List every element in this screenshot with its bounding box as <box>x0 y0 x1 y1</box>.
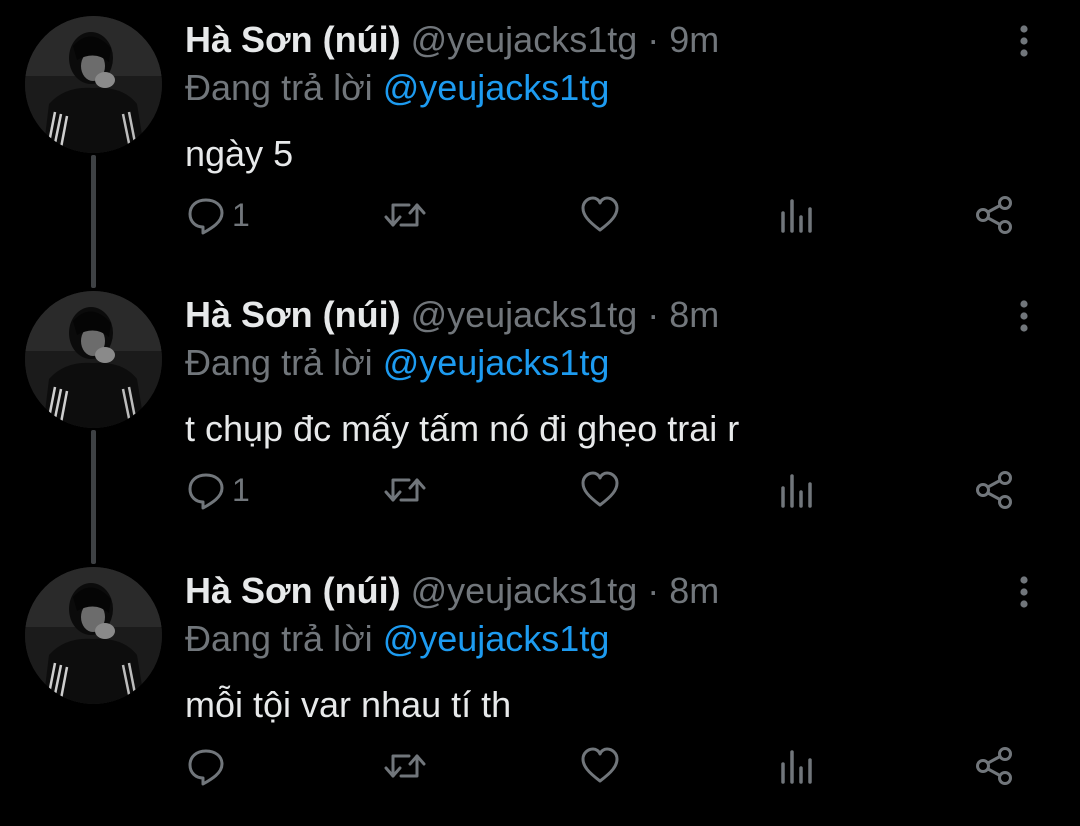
separator-dot: · <box>647 570 660 611</box>
reply-mention-link[interactable]: @yeujacks1tg <box>383 342 610 383</box>
reply-count: 1 <box>232 471 250 508</box>
replying-prefix: Đang trả lời <box>185 67 373 108</box>
author-handle[interactable]: @yeujacks1tg <box>411 19 638 60</box>
author-name[interactable]: Hà Sơn (núi) <box>185 570 401 611</box>
replying-prefix: Đang trả lời <box>185 618 373 659</box>
tweet-header: Hà Sơn (núi) @yeujacks1tg · 8m <box>185 571 719 611</box>
analytics-icon <box>779 195 815 235</box>
author-handle[interactable]: @yeujacks1tg <box>411 294 638 335</box>
avatar[interactable] <box>25 291 162 428</box>
reply-button[interactable]: 1 <box>186 190 250 240</box>
replying-to: Đang trả lời @yeujacks1tg <box>185 343 609 383</box>
timestamp[interactable]: 8m <box>669 570 719 611</box>
share-icon <box>974 746 1016 786</box>
like-button[interactable] <box>580 465 620 515</box>
reply-mention-link[interactable]: @yeujacks1tg <box>383 67 610 108</box>
tweet-actions: 1 <box>0 465 1080 515</box>
like-icon <box>580 195 620 235</box>
more-vertical-icon[interactable] <box>1010 24 1038 58</box>
like-button[interactable] <box>580 190 620 240</box>
analytics-button[interactable] <box>779 190 815 240</box>
retweet-icon <box>383 746 427 786</box>
analytics-button[interactable] <box>779 741 815 791</box>
analytics-button[interactable] <box>779 465 815 515</box>
replying-to: Đang trả lời @yeujacks1tg <box>185 68 609 108</box>
avatar[interactable] <box>25 16 162 153</box>
separator-dot: · <box>647 19 660 60</box>
tweet-header: Hà Sơn (núi) @yeujacks1tg · 9m <box>185 20 719 60</box>
reply-icon <box>186 470 226 510</box>
author-handle[interactable]: @yeujacks1tg <box>411 570 638 611</box>
analytics-icon <box>779 746 815 786</box>
replying-prefix: Đang trả lời <box>185 342 373 383</box>
retweet-button[interactable] <box>383 465 427 515</box>
more-vertical-icon[interactable] <box>1010 299 1038 333</box>
timestamp[interactable]: 9m <box>669 19 719 60</box>
share-icon <box>974 470 1016 510</box>
reply-mention-link[interactable]: @yeujacks1tg <box>383 618 610 659</box>
like-button[interactable] <box>580 741 620 791</box>
separator-dot: · <box>647 294 660 335</box>
analytics-icon <box>779 470 815 510</box>
like-icon <box>580 746 620 786</box>
share-icon <box>974 195 1016 235</box>
tweet-actions: 1 <box>0 190 1080 240</box>
tweet-text: ngày 5 <box>185 133 294 174</box>
like-icon <box>580 470 620 510</box>
retweet-button[interactable] <box>383 741 427 791</box>
more-vertical-icon[interactable] <box>1010 575 1038 609</box>
tweet[interactable]: Hà Sơn (núi) @yeujacks1tg · 8m Đang trả … <box>0 275 1080 550</box>
tweet-header: Hà Sơn (núi) @yeujacks1tg · 8m <box>185 295 719 335</box>
share-button[interactable] <box>974 190 1016 240</box>
tweet-text: t chụp đc mấy tấm nó đi ghẹo trai r <box>185 408 740 449</box>
retweet-icon <box>383 195 427 235</box>
reply-icon <box>186 195 226 235</box>
author-name[interactable]: Hà Sơn (núi) <box>185 19 401 60</box>
reply-button[interactable] <box>186 741 232 791</box>
tweet-text: mỗi tội var nhau tí th <box>185 684 512 725</box>
retweet-button[interactable] <box>383 190 427 240</box>
share-button[interactable] <box>974 465 1016 515</box>
avatar[interactable] <box>25 567 162 704</box>
reply-count: 1 <box>232 196 250 233</box>
reply-button[interactable]: 1 <box>186 465 250 515</box>
replying-to: Đang trả lời @yeujacks1tg <box>185 619 609 659</box>
share-button[interactable] <box>974 741 1016 791</box>
reply-icon <box>186 746 226 786</box>
author-name[interactable]: Hà Sơn (núi) <box>185 294 401 335</box>
timestamp[interactable]: 8m <box>669 294 719 335</box>
tweet[interactable]: Hà Sơn (núi) @yeujacks1tg · 8m Đang trả … <box>0 551 1080 826</box>
retweet-icon <box>383 470 427 510</box>
tweet[interactable]: Hà Sơn (núi) @yeujacks1tg · 9m Đang trả … <box>0 0 1080 275</box>
tweet-actions <box>0 741 1080 791</box>
